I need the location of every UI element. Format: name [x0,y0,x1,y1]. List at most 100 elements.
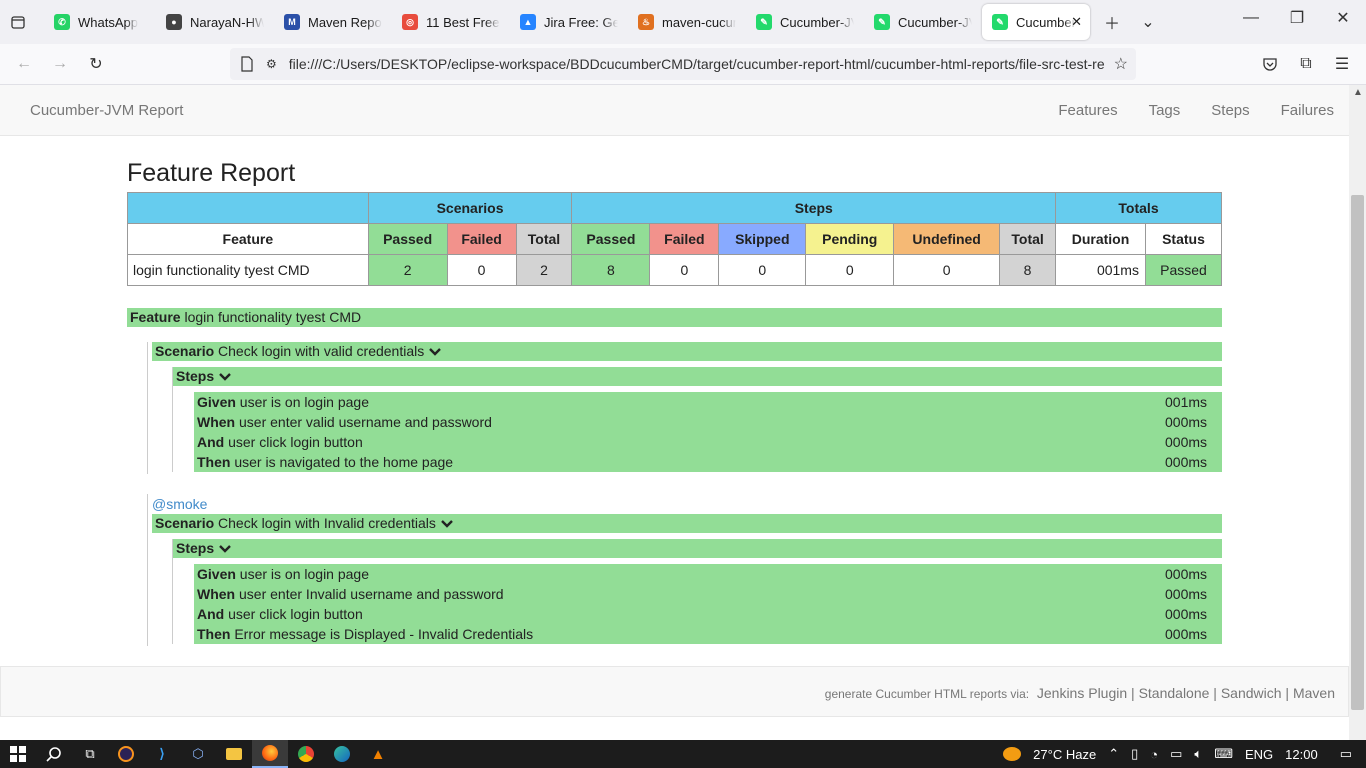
vscode-icon[interactable]: ⟩ [144,740,180,768]
col-header-duration[interactable]: Duration [1055,223,1146,255]
browser-tab[interactable]: M Maven Reposi [274,4,392,40]
footer-link-jenkins[interactable]: Jenkins Plugin [1037,685,1127,701]
scenario-name: Check login with Invalid credentials [218,515,436,531]
address-bar[interactable]: ⚙ file:///C:/Users/DESKTOP/eclipse-works… [230,48,1136,80]
close-tab-icon[interactable]: ✕ [1071,14,1082,30]
stats-table: Scenarios Steps Totals Feature Passed Fa… [127,192,1223,286]
scenario-tag[interactable]: @smoke [152,494,1222,514]
step-text: user is on login page [239,566,369,582]
nav-steps[interactable]: Steps [1211,102,1249,119]
tab-overview-icon[interactable] [0,4,36,40]
search-icon[interactable] [36,740,72,768]
steps-bar[interactable]: Steps [173,539,1222,558]
tray-chevron-icon[interactable]: ⌃ [1108,746,1119,762]
footer-link-sandwich[interactable]: Sandwich [1221,685,1282,701]
steps-bar[interactable]: Steps [173,367,1222,386]
keyboard-icon[interactable]: ⌨ [1214,746,1233,762]
file-explorer-icon[interactable] [216,740,252,768]
nav-tags[interactable]: Tags [1149,102,1181,119]
permissions-icon[interactable]: ⚙ [266,57,277,71]
step-row: When user enter valid username and passw… [194,412,1222,432]
col-header-steps-skipped[interactable]: Skipped [718,223,807,255]
browser-tab[interactable]: ✎ Cucumber-JVI [746,4,864,40]
chrome-icon[interactable] [288,740,324,768]
chevron-down-icon[interactable] [440,515,454,531]
step-duration: 000ms [1165,414,1208,430]
page-scrollbar[interactable]: ▲ [1349,85,1366,740]
weather-icon[interactable] [1003,747,1022,761]
browser-tab[interactable]: ✎ Cucumber ✕ [982,4,1090,40]
cell-steps-total: 8 [999,254,1057,286]
cell-steps-pending: 0 [805,254,895,286]
scroll-thumb[interactable] [1351,195,1364,710]
step-row: Given user is on login page 000ms [194,564,1222,584]
step-text: user enter Invalid username and password [239,586,504,602]
edge-icon[interactable] [324,740,360,768]
browser-tab[interactable]: ✎ Cucumber-JVI [864,4,982,40]
volume-icon[interactable]: 🔈︎ [1194,746,1202,762]
vlc-icon[interactable]: ▲ [360,740,396,768]
col-header-steps-pending[interactable]: Pending [805,223,895,255]
browser-tab[interactable]: ✆ WhatsApp [44,4,156,40]
reload-icon[interactable]: ↻ [78,46,114,82]
wifi-icon[interactable]: ◔ [1150,747,1158,762]
scenario-bar[interactable]: Scenario Check login with valid credenti… [152,342,1222,361]
start-icon[interactable] [0,740,36,768]
browser-tab[interactable]: ♨ maven-cucum [628,4,746,40]
pocket-icon[interactable] [1252,46,1288,82]
tab-title: Cucumber-JVI [780,14,854,30]
scroll-up-icon[interactable]: ▲ [1353,87,1363,98]
back-icon[interactable]: ← [6,46,42,82]
list-tabs-icon[interactable]: ⌄ [1130,4,1166,40]
battery-icon[interactable]: ▭ [1170,746,1182,762]
close-window-icon[interactable]: ✕ [1320,0,1366,36]
forward-icon[interactable]: → [42,46,78,82]
report-page: Cucumber-JVM Report Features Tags Steps … [0,85,1349,740]
nav-features[interactable]: Features [1058,102,1117,119]
eclipse-icon[interactable] [108,740,144,768]
minimize-icon[interactable]: — [1228,0,1274,36]
footer-link-maven[interactable]: Maven [1293,685,1335,701]
report-brand[interactable]: Cucumber-JVM Report [30,102,183,119]
step-keyword: And [197,606,225,622]
notifications-icon[interactable]: ▭ [1340,746,1352,762]
browser-tab[interactable]: ● NarayaN-HW [156,4,274,40]
browser-tab[interactable]: ▲ Jira Free: Get J [510,4,628,40]
usb-icon[interactable]: ▯ [1131,746,1138,762]
report-nav-links: Features Tags Steps Failures [1058,102,1334,119]
col-header-steps-failed[interactable]: Failed [649,223,720,255]
browser-tab[interactable]: ◎ 11 Best Free & [392,4,510,40]
language-indicator[interactable]: ENG [1245,747,1273,762]
tab-favicon-icon: ◎ [402,14,418,30]
cell-status: Passed [1144,254,1223,286]
col-header-scenarios-total[interactable]: Total [515,223,573,255]
footer-link-standalone[interactable]: Standalone [1139,685,1210,701]
col-header-scenarios-passed[interactable]: Passed [367,223,448,255]
new-tab-icon[interactable]: ＋ [1094,4,1130,40]
page-title: Feature Report [127,159,296,187]
tab-title: Cucumber-JVI [898,14,972,30]
task-view-icon[interactable]: ⧉ [72,740,108,768]
col-header-feature[interactable]: Feature [127,223,369,255]
col-header-steps-total[interactable]: Total [999,223,1057,255]
scenario-block: Scenario Check login with valid credenti… [147,342,1222,474]
chevron-down-icon[interactable] [428,343,442,359]
tab-favicon-icon: ✎ [874,14,890,30]
box-app-icon[interactable]: ⬡ [180,740,216,768]
chevron-down-icon[interactable] [218,368,232,384]
firefox-icon[interactable] [252,740,288,768]
col-header-steps-passed[interactable]: Passed [571,223,651,255]
col-header-status[interactable]: Status [1144,223,1223,255]
weather-text[interactable]: 27°C Haze [1033,747,1096,762]
extensions-icon[interactable]: ⧉ [1288,46,1324,82]
scenario-bar[interactable]: Scenario Check login with Invalid creden… [152,514,1222,533]
bookmark-star-icon[interactable]: ☆ [1114,54,1128,74]
col-header-scenarios-failed[interactable]: Failed [446,223,517,255]
col-header-steps-undefined[interactable]: Undefined [893,223,1001,255]
restore-icon[interactable]: ❐ [1274,0,1320,36]
menu-icon[interactable]: ☰ [1324,46,1360,82]
clock[interactable]: 12:00 [1285,747,1318,762]
url-text: file:///C:/Users/DESKTOP/eclipse-workspa… [288,56,1105,72]
nav-failures[interactable]: Failures [1281,102,1334,119]
chevron-down-icon[interactable] [218,540,232,556]
